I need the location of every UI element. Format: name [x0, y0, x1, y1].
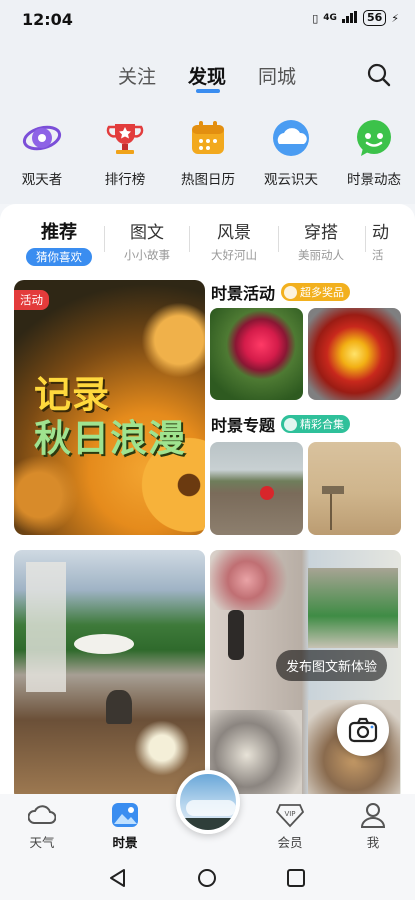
- quick-link-label: 热图日历: [181, 172, 235, 188]
- special-thumb-flood[interactable]: [210, 442, 303, 535]
- status-time: 12:04: [22, 10, 73, 29]
- category-tab-subtitle: 美丽动人: [298, 248, 344, 262]
- top-header: 关注 发现 同城: [0, 40, 415, 104]
- gift-icon: [284, 285, 298, 299]
- category-tab-title: 推荐: [41, 222, 77, 243]
- category-tab-subtitle: 大好河山: [211, 248, 257, 262]
- prize-tag: 超多奖品: [281, 283, 351, 301]
- cloud-icon: [271, 118, 311, 158]
- center-publish-button[interactable]: [176, 770, 240, 834]
- nav-label: 我: [366, 835, 380, 850]
- category-tab-title: 动: [372, 223, 389, 243]
- category-tab-partial[interactable]: 动 活: [372, 218, 412, 263]
- system-nav-bar: [0, 856, 415, 900]
- status-icons: ▯ 4G 56 ⚡: [312, 10, 399, 26]
- quick-link-label: 排行榜: [104, 172, 146, 188]
- vibrate-icon: ▯: [312, 11, 319, 25]
- nav-scenery[interactable]: 时景: [95, 802, 155, 851]
- category-tab-recommend[interactable]: 推荐 猜你喜欢: [14, 218, 104, 266]
- section-title: 时景专题: [211, 416, 276, 435]
- battery-icon: 56: [362, 10, 387, 26]
- person-icon: [359, 802, 387, 828]
- quick-link-label: 观天者: [21, 172, 63, 188]
- tag-label: 精彩合集: [300, 418, 345, 431]
- nav-me[interactable]: 我: [343, 802, 403, 851]
- quick-link-observer[interactable]: 观天者: [2, 118, 82, 188]
- tab-same-city[interactable]: 同城: [258, 62, 296, 89]
- category-tab-title: 图文: [130, 223, 164, 243]
- search-icon[interactable]: [366, 62, 392, 88]
- category-tab-landscape[interactable]: 风景 大好河山: [189, 218, 279, 263]
- charging-icon: ⚡: [391, 11, 399, 25]
- nav-vip[interactable]: VIP 会员: [260, 802, 320, 851]
- photo-icon: [111, 802, 139, 828]
- activity-section-header[interactable]: 时景活动 超多奖品: [211, 280, 351, 304]
- quick-link-scenery-updates[interactable]: 时景动态: [334, 118, 414, 188]
- status-bar: 12:04 ▯ 4G 56 ⚡: [0, 0, 415, 40]
- category-tab-subtitle: 小小故事: [124, 248, 170, 262]
- activity-banner[interactable]: 活动 记录 秋日浪漫: [14, 280, 205, 535]
- calendar-icon: [188, 118, 228, 158]
- trophy-icon: [105, 118, 145, 158]
- category-tab-subtitle: 活: [372, 248, 384, 262]
- eye-planet-icon: [22, 118, 62, 158]
- activity-thumb-yellow-flower[interactable]: [308, 308, 401, 400]
- category-tab-subtitle: 猜你喜欢: [26, 248, 92, 266]
- back-icon[interactable]: [108, 868, 128, 892]
- nav-label: 天气: [29, 835, 55, 850]
- quick-link-ranking[interactable]: 排行榜: [85, 118, 165, 188]
- active-tab-indicator: [196, 89, 220, 93]
- section-title: 时景活动: [211, 284, 276, 303]
- camera-icon: [348, 717, 378, 743]
- publish-hint[interactable]: 发布图文新体验: [276, 650, 388, 681]
- tab-follow[interactable]: 关注: [118, 62, 156, 89]
- quick-link-label: 时景动态: [347, 172, 401, 188]
- activity-thumb-red-flower[interactable]: [210, 308, 303, 400]
- content-panel: 推荐 猜你喜欢 图文 小小故事 风景 大好河山 穿搭 美丽动人 动 活 活动 记…: [0, 204, 415, 794]
- recents-icon[interactable]: [286, 868, 306, 892]
- tag-label: 超多奖品: [300, 286, 345, 299]
- tab-discover[interactable]: 发现: [188, 62, 226, 89]
- quick-links: 观天者 排行榜 热图日历 观云识天 时景动态: [0, 104, 415, 204]
- feed-card-tea-room[interactable]: [14, 550, 205, 794]
- quick-link-label: 观云识天: [264, 172, 318, 188]
- special-section-header[interactable]: 时景专题 精彩合集: [211, 412, 351, 436]
- activity-badge: 活动: [14, 290, 49, 310]
- home-icon[interactable]: [197, 868, 217, 892]
- chat-bubble-icon: [354, 118, 394, 158]
- nav-weather[interactable]: 天气: [12, 802, 72, 851]
- category-tab-graphic[interactable]: 图文 小小故事: [102, 218, 192, 263]
- collection-tag: 精彩合集: [281, 415, 351, 433]
- network-label: 4G: [323, 13, 337, 23]
- grid-icon: [284, 417, 298, 431]
- category-tab-title: 穿搭: [304, 223, 338, 243]
- quick-link-cloud-reading[interactable]: 观云识天: [251, 118, 331, 188]
- quick-link-heatmap-calendar[interactable]: 热图日历: [168, 118, 248, 188]
- signal-icon: [341, 10, 358, 26]
- nav-label: 会员: [277, 835, 303, 850]
- vip-icon: VIP: [275, 802, 305, 828]
- nav-label: 时景: [112, 835, 138, 850]
- category-tab-outfit[interactable]: 穿搭 美丽动人: [276, 218, 366, 263]
- tab-divider: [365, 226, 366, 252]
- svg-text:VIP: VIP: [284, 810, 295, 818]
- camera-button[interactable]: [337, 704, 389, 756]
- special-thumb-sandstorm[interactable]: [308, 442, 401, 535]
- activity-headline-2: 秋日浪漫: [34, 417, 186, 460]
- cloud-icon: [27, 802, 57, 828]
- category-tab-title: 风景: [217, 223, 251, 243]
